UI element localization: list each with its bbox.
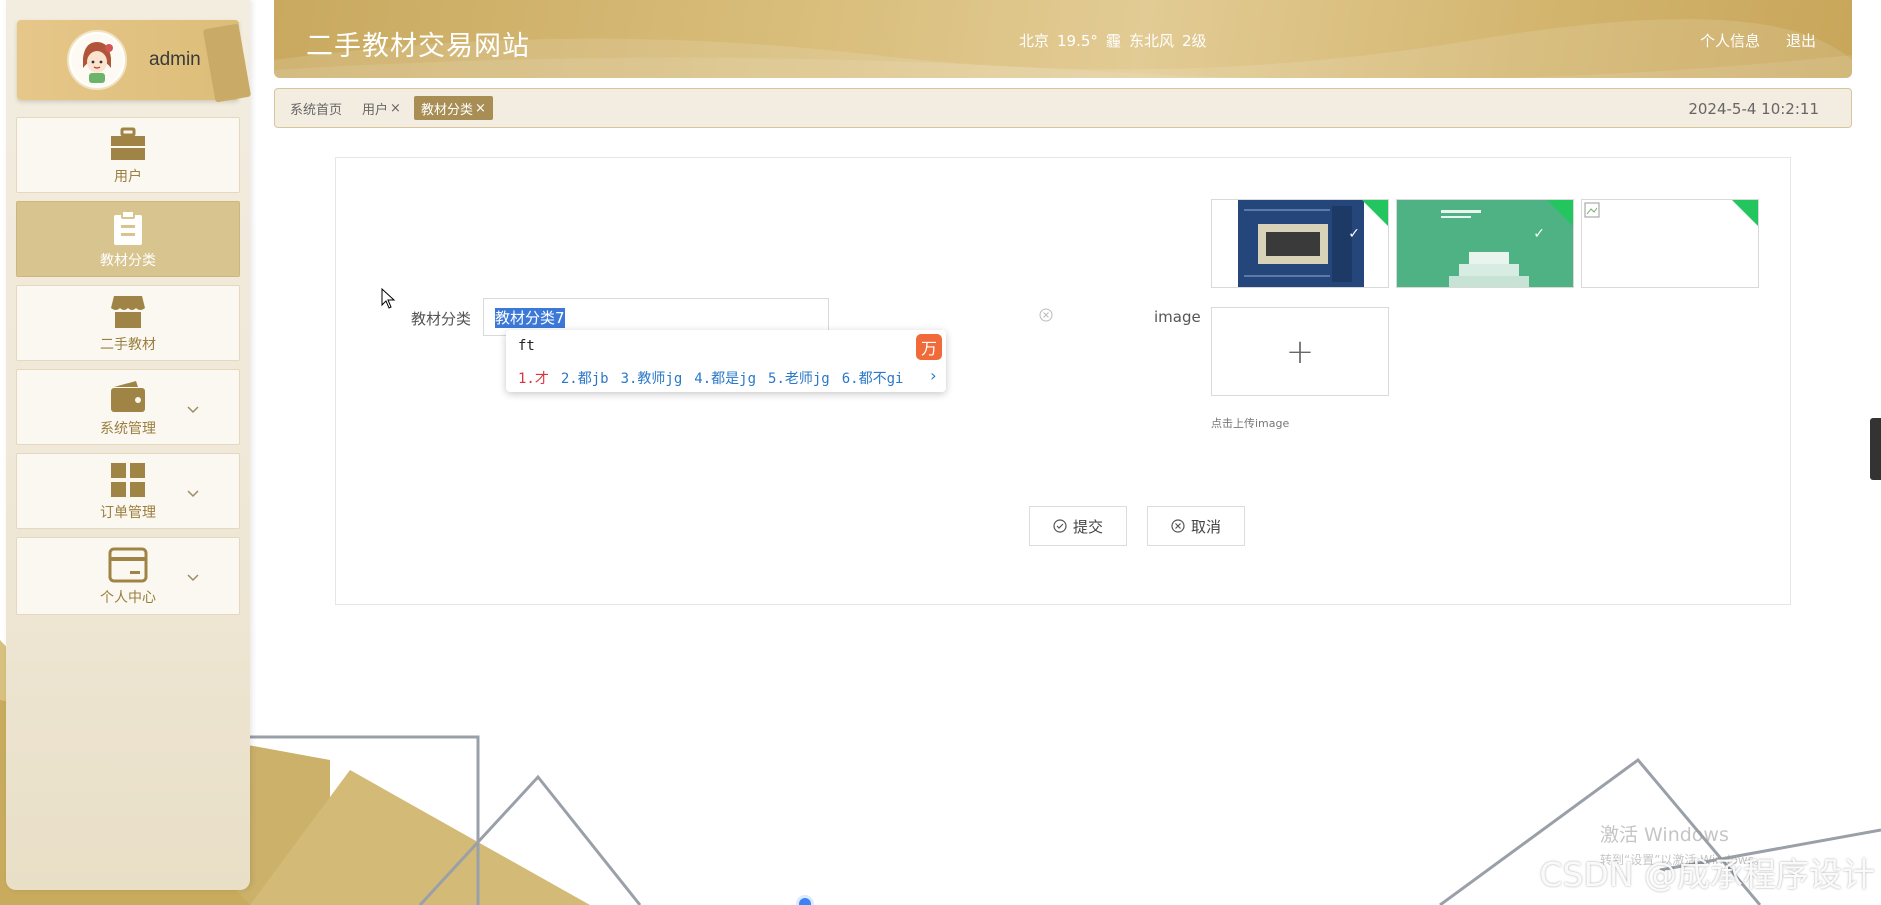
sidebar-menu: 用户 教材分类 二手教材 系统管理 订单管理 个人中心 [16,117,240,623]
ime-candidate[interactable]: 3.教师jg [621,368,683,388]
edit-form: 教材分类 教材分类7 ft 万 1.才 2.都jb 3.教师jg 4.都是jg … [335,157,1791,605]
weather-temp: 19.5° [1057,31,1098,50]
logout-link[interactable]: 退出 [1786,30,1816,51]
upload-success-badge [1547,200,1573,226]
user-card: admin [17,20,252,103]
cancel-button[interactable]: 取消 [1147,506,1245,546]
ime-candidate-popup: ft 万 1.才 2.都jb 3.教师jg 4.都是jg 5.老师jg 6.都不… [506,330,946,392]
sidebar: admin 用户 教材分类 二手教材 系统管理 订单管理 个人中心 [6,0,252,890]
grid-icon [108,460,148,500]
csdn-watermark: CSDN @成承程序设计 [1539,855,1875,894]
ime-candidate[interactable]: 5.老师jg [768,368,830,388]
weather-city: 北京 [1019,32,1050,50]
weather-widget: 北京 19.5° 霾 东北风 2级 [1019,30,1207,51]
close-icon[interactable]: × [475,101,486,116]
category-input-value: 教材分类7 [495,308,565,328]
shop-icon [108,292,148,332]
upload-success-badge [1362,200,1388,226]
chevron-down-icon [187,487,199,501]
submit-button[interactable]: 提交 [1029,506,1127,546]
tab-users[interactable]: 用户 × [355,96,408,120]
tab-textbook-category[interactable]: 教材分类 × [413,96,493,120]
sidebar-item-users[interactable]: 用户 [16,117,240,193]
sidebar-item-used-textbooks[interactable]: 二手教材 [16,285,240,361]
ime-candidate-list: 1.才 2.都jb 3.教师jg 4.都是jg 5.老师jg 6.都不gi [518,368,903,388]
sidebar-item-label: 个人中心 [100,590,156,606]
sidebar-item-label: 二手教材 [100,337,156,353]
check-icon: ✓ [1348,226,1360,242]
weather-level: 2级 [1181,32,1207,50]
ime-candidate[interactable]: 4.都是jg [694,368,756,388]
current-time: 2024-5-4 10:2:11 [1688,100,1819,118]
upload-image-button[interactable]: + [1211,307,1389,396]
haze-icon: 霾 [1105,32,1121,50]
close-circle-icon [1171,519,1185,533]
plus-icon: + [1285,331,1315,372]
tab-label: 教材分类 [420,102,473,118]
ime-candidate[interactable]: 2.都jb [561,368,609,388]
ime-candidate[interactable]: 6.都不gi [842,368,904,388]
submit-label: 提交 [1072,517,1103,536]
sidebar-item-label: 用户 [114,169,142,185]
ime-pinyin: ft [518,338,535,354]
avatar-girl-icon [71,34,123,86]
uploaded-image-2[interactable]: ✓ [1396,199,1574,288]
wallet-icon [108,376,148,416]
card-icon [108,545,148,585]
tab-label: 系统首页 [290,102,343,118]
briefcase-icon [108,124,148,164]
uploaded-image-3-broken[interactable] [1581,199,1759,288]
chevron-down-icon [187,403,199,417]
clipboard-icon [108,208,148,248]
category-label: 教材分类 [411,310,472,328]
user-card-decoration [202,23,252,103]
blue-dot-indicator [796,895,814,905]
clear-icon[interactable] [1039,308,1053,322]
uploaded-image-1[interactable]: ✓ [1211,199,1389,288]
chevron-right-icon[interactable]: › [928,366,938,385]
sidebar-item-label: 系统管理 [100,421,156,437]
profile-link[interactable]: 个人信息 [1700,30,1760,51]
sidebar-item-label: 教材分类 [100,253,156,269]
chevron-down-icon [187,571,199,585]
ime-candidate[interactable]: 1.才 [518,368,549,388]
sidebar-item-order-management[interactable]: 订单管理 [16,453,240,529]
upload-success-badge [1732,200,1758,226]
sidebar-item-system-management[interactable]: 系统管理 [16,369,240,445]
user-name: admin [149,49,201,70]
upload-tip: 点击上传image [1211,417,1290,430]
cancel-label: 取消 [1190,517,1221,536]
avatar[interactable] [67,30,127,90]
top-header: 二手教材交易网站 北京 19.5° 霾 东北风 2级 个人信息 退出 [274,0,1852,78]
watermark-line1: 激活 Windows [1600,824,1729,846]
weather-wind: 东北风 [1128,32,1174,50]
sidebar-item-personal-center[interactable]: 个人中心 [16,537,240,615]
ime-logo-icon: 万 [916,334,942,360]
site-title: 二手教材交易网站 [306,31,530,61]
header-links: 个人信息 退出 [1700,30,1816,51]
side-scroll-handle[interactable] [1870,418,1881,480]
check-circle-icon [1053,519,1067,533]
sidebar-item-textbook-category[interactable]: 教材分类 [16,201,240,277]
tab-bar: 系统首页 用户 × 教材分类 × 2024-5-4 10:2:11 [274,88,1852,128]
check-icon: ✓ [1533,226,1545,242]
tab-home[interactable]: 系统首页 [283,96,349,120]
mouse-cursor-icon [381,288,396,309]
broken-image-icon [1584,202,1600,218]
tab-label: 用户 [362,102,389,118]
close-icon[interactable]: × [390,101,401,116]
image-label: image [1154,308,1201,326]
sidebar-item-label: 订单管理 [100,505,156,521]
